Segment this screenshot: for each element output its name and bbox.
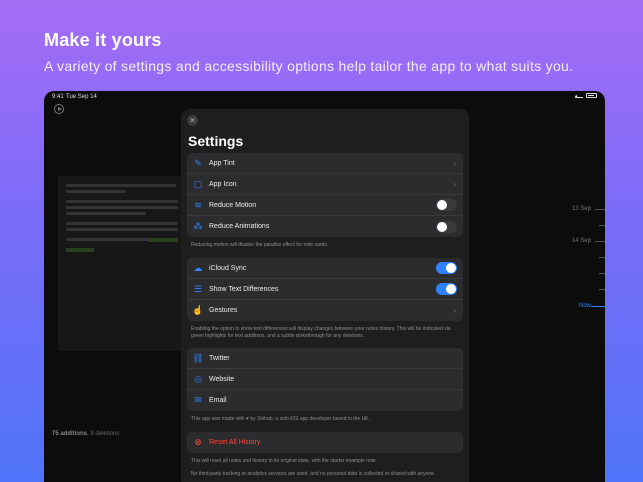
note-change-count: 75 additions, 8 deletions (52, 431, 120, 437)
timeline-label: 14 Sep (571, 238, 591, 244)
note-text-line (66, 184, 176, 187)
note-text-line (66, 190, 126, 193)
reduce-motion-toggle[interactable] (436, 199, 457, 211)
sync-group: ☁ iCloud Sync ☰ Show Text Differences ☝ … (187, 258, 463, 321)
timeline-now-tick (591, 306, 605, 307)
compass-icon: ◎ (194, 373, 202, 384)
close-button[interactable]: ✕ (187, 115, 198, 126)
row-label: Twitter (209, 354, 230, 362)
chevron-right-icon: › (453, 179, 456, 189)
status-icons: ▴ (575, 93, 597, 99)
row-label: Email (209, 397, 227, 404)
note-text-line (66, 206, 178, 209)
reset-history-label: Reset All History (209, 439, 261, 446)
play-history-icon[interactable] (54, 104, 64, 114)
animation-icon: ⁂ (193, 221, 203, 231)
sync-footnote: Enabling the option to show text differe… (191, 326, 451, 339)
reset-group: ⊗ Reset All History (187, 432, 463, 453)
row-label: Reduce Motion (209, 201, 257, 209)
gestures-row[interactable]: ☝ Gestures › (187, 300, 463, 321)
row-label: App Icon (209, 180, 237, 188)
hand-icon: ☝ (192, 305, 204, 315)
battery-icon (586, 93, 597, 98)
note-text-line (66, 212, 146, 215)
chevron-right-icon: › (453, 158, 456, 168)
show-differences-row: ☰ Show Text Differences (187, 279, 463, 300)
timeline-tick (599, 273, 605, 274)
reduce-animations-row: ⁂ Reduce Animations (187, 216, 463, 237)
close-icon: ✕ (189, 116, 196, 125)
status-bar: 9:41 Tue Sep 14 ▴ (44, 91, 605, 103)
history-timeline[interactable]: 13 Sep 14 Sep Now (545, 191, 605, 321)
note-text-line (66, 222, 178, 225)
reduce-motion-row: ≋ Reduce Motion (187, 195, 463, 216)
motion-icon: ≋ (194, 199, 202, 210)
reduce-animations-toggle[interactable] (436, 220, 457, 233)
icloud-sync-toggle[interactable] (436, 262, 457, 274)
link-icon: ⛓ (192, 352, 204, 363)
timeline-label: 13 Sep (571, 206, 591, 212)
email-row[interactable]: ✉ Email (187, 390, 463, 411)
icloud-sync-row: ☁ iCloud Sync (187, 258, 463, 279)
row-label: App Tint (209, 159, 235, 167)
timeline-tick (599, 257, 605, 258)
settings-title: Settings (188, 133, 244, 149)
privacy-footnote: No third-party tracking or analytics ser… (191, 471, 436, 477)
status-date: Tue Sep 14 (66, 94, 97, 100)
promo-headline: Make it yours (44, 30, 162, 50)
chevron-right-icon: › (453, 306, 456, 315)
website-row[interactable]: ◎ Website (187, 369, 463, 390)
row-label: Gestures (209, 307, 238, 314)
timeline-tick (595, 241, 605, 242)
links-group: ⛓ Twitter ◎ Website ✉ Email (187, 348, 463, 411)
app-tint-row[interactable]: ✎ App Tint › (187, 153, 463, 174)
mail-icon: ✉ (194, 395, 202, 405)
timeline-tick (599, 225, 605, 226)
note-card[interactable] (58, 176, 184, 351)
note-text-line (66, 228, 178, 231)
status-time: 9:41 (52, 94, 64, 100)
note-text-line (66, 200, 178, 203)
addition-highlight (148, 238, 178, 242)
row-label: Website (209, 375, 235, 383)
row-label: Show Text Differences (209, 285, 279, 293)
appearance-group: ✎ App Tint › ▢ App Icon › ≋ Reduce Motio… (187, 153, 463, 237)
appearance-footnote: Reducing motion will disable the paralla… (191, 242, 329, 248)
app-icon-row[interactable]: ▢ App Icon › (187, 174, 463, 195)
wifi-icon: ▴ (575, 93, 583, 99)
settings-sheet: ✕ Settings ✎ App Tint › ▢ App Icon › ≋ R… (181, 109, 469, 482)
additions-count: 75 additions (52, 431, 88, 437)
addition-highlight (66, 248, 94, 252)
links-footnote: This app was made with ♥ by Shihab, a so… (191, 416, 370, 422)
timeline-tick (595, 209, 605, 210)
timeline-tick (599, 289, 605, 290)
row-label: Reduce Animations (209, 223, 270, 230)
row-label: iCloud Sync (209, 264, 247, 272)
timeline-now-label: Now (578, 303, 591, 309)
promo-subline: A variety of settings and accessibility … (44, 58, 574, 74)
brush-icon: ✎ (194, 157, 202, 168)
reset-footnote: This will reset all notes and history to… (191, 458, 378, 464)
differences-icon: ☰ (193, 283, 203, 294)
twitter-row[interactable]: ⛓ Twitter (187, 348, 463, 369)
ipad-screen: 9:41 Tue Sep 14 ▴ 75 additions, 8 deleti… (44, 91, 605, 482)
cloud-icon: ☁ (193, 262, 203, 273)
show-differences-toggle[interactable] (436, 283, 457, 295)
app-icon-icon: ▢ (193, 178, 203, 189)
deletions-count: 8 deletions (90, 431, 120, 437)
reset-icon: ⊗ (194, 437, 202, 447)
reset-history-row[interactable]: ⊗ Reset All History (187, 432, 463, 453)
